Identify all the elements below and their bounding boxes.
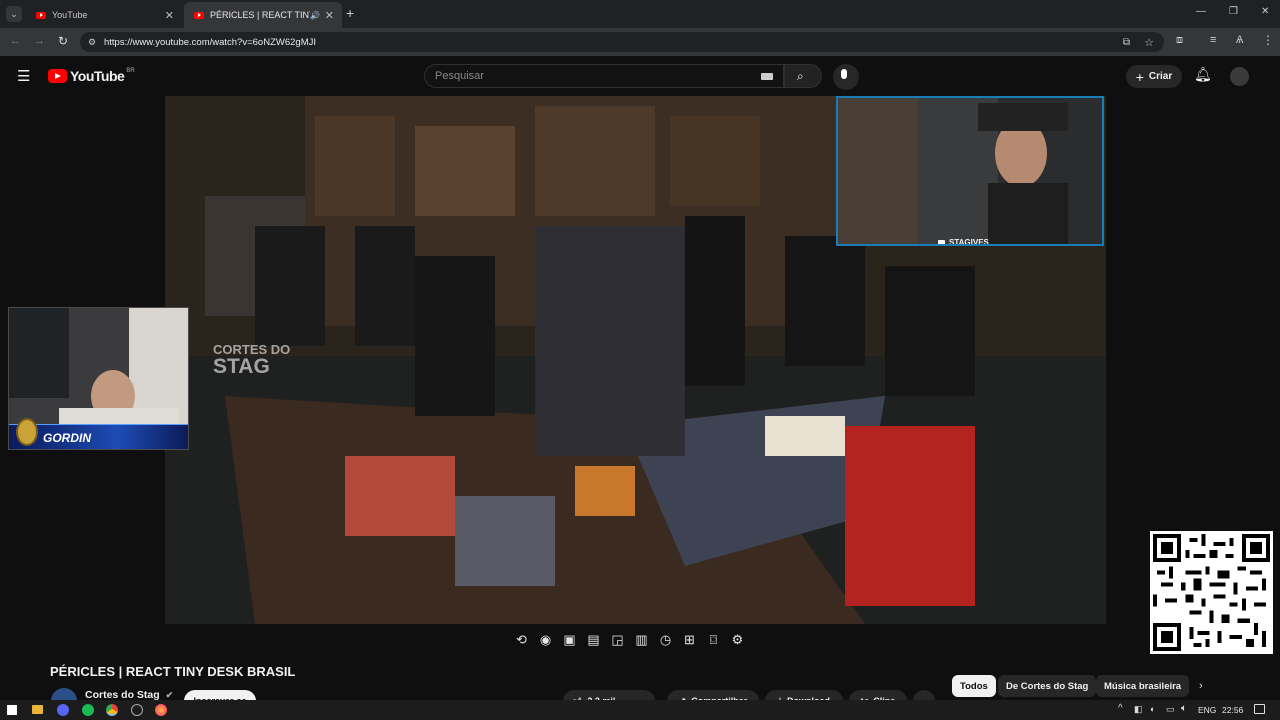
forward-icon[interactable]: →: [34, 35, 45, 47]
search-button[interactable]: ⌕: [784, 64, 822, 88]
close-icon[interactable]: ✕: [325, 9, 334, 22]
install-app-icon[interactable]: ⧉: [1123, 37, 1130, 48]
firefox-icon[interactable]: [155, 704, 167, 716]
notifications-bell-icon[interactable]: 🔔︎: [1194, 66, 1212, 83]
profile-icon[interactable]: Ѧ: [1236, 34, 1243, 46]
menu-icon[interactable]: ☰: [17, 67, 30, 85]
browser-toolbar: ← → ↻ ⚙ https://www.youtube.com/watch?v=…: [0, 28, 1280, 56]
search-input[interactable]: Pesquisar: [424, 64, 784, 88]
search-icon: ⌕: [797, 69, 804, 83]
video-title: PÉRICLES | REACT TINY DESK BRASIL: [50, 664, 296, 679]
qr-code: [1150, 531, 1273, 654]
watermark-line-2: STAG: [213, 355, 270, 378]
youtube-logo[interactable]: YouTube BR: [48, 68, 135, 84]
browser-menu-icon[interactable]: ⋮: [1262, 33, 1274, 47]
chip-label: Todos: [960, 680, 988, 692]
extensions-icon[interactable]: ⧈: [1176, 34, 1183, 47]
restore-icon[interactable]: ❐: [1229, 6, 1238, 17]
spotify-icon[interactable]: [82, 704, 94, 716]
tab-video[interactable]: PÉRICLES | REACT TINY DESK 🔊 ✕: [184, 2, 342, 28]
youtube-header: ☰ YouTube BR Pesquisar ⌕ + Criar 🔔︎: [0, 56, 1280, 96]
speaker-icon[interactable]: 🔊: [310, 11, 320, 20]
chip-label: De Cortes do Stag: [1006, 680, 1089, 692]
player-controls: ⟲ ◉ ▣ ▤ ◲ ▥ ◷ ⊞ ⌼ ⚙: [512, 630, 747, 652]
bookmark-star-icon[interactable]: ☆: [1144, 36, 1154, 49]
create-label: Criar: [1148, 71, 1173, 82]
tab-label: PÉRICLES | REACT TINY DESK: [210, 10, 310, 20]
plus-icon: +: [1135, 68, 1144, 85]
voice-search-button[interactable]: [833, 64, 859, 90]
reading-list-icon[interactable]: ≡: [1210, 34, 1216, 46]
clock[interactable]: 22:56: [1222, 705, 1243, 715]
cam-name: GORDIN: [43, 430, 91, 445]
tab-label: YouTube: [52, 10, 88, 20]
tab-search-button[interactable]: ⌄: [6, 6, 22, 22]
screenshot-icon[interactable]: ⌼: [704, 630, 723, 649]
windows-start-icon[interactable]: [7, 705, 17, 715]
browser-tab-strip: ⌄ YouTube ✕ PÉRICLES | REACT TINY DESK 🔊…: [0, 0, 1280, 28]
keyboard-icon[interactable]: [761, 73, 773, 80]
loop-icon[interactable]: ⟲: [512, 630, 531, 649]
settings-gear-icon[interactable]: ⚙: [728, 630, 747, 649]
avatar[interactable]: [1230, 67, 1249, 86]
picture-in-picture-icon[interactable]: ◲: [608, 630, 627, 649]
address-bar[interactable]: ⚙ https://www.youtube.com/watch?v=6oNZW6…: [80, 32, 1164, 52]
speed-icon[interactable]: ◷: [656, 630, 675, 649]
webcam-overlay-left: GORDIN: [8, 307, 189, 450]
close-icon[interactable]: ✕: [165, 9, 174, 22]
minimize-icon[interactable]: —: [1196, 6, 1206, 17]
url-text: https://www.youtube.com/watch?v=6oNZW62g…: [104, 36, 316, 48]
tray-chevron-icon[interactable]: ^: [1118, 703, 1123, 714]
cam-name: STAGIVES: [949, 238, 989, 246]
broadcast-icon[interactable]: ◉: [536, 630, 555, 649]
chip-all[interactable]: Todos: [952, 675, 996, 697]
site-info-icon[interactable]: ⚙: [88, 37, 96, 48]
microphone-icon: [841, 69, 847, 79]
verified-icon: ✔: [165, 690, 174, 700]
webcam-right-frame: [838, 98, 1102, 244]
tab-youtube[interactable]: YouTube ✕: [26, 2, 182, 28]
back-icon[interactable]: ←: [10, 35, 21, 47]
network-icon[interactable]: ▭: [1166, 704, 1175, 715]
country-code: BR: [126, 68, 135, 74]
file-explorer-icon[interactable]: [32, 705, 43, 714]
qr-pattern: [1153, 534, 1270, 651]
search-placeholder: Pesquisar: [435, 70, 484, 82]
notifications-icon[interactable]: [1254, 704, 1265, 714]
screen-preview-icon[interactable]: ▣: [560, 630, 579, 649]
add-icon[interactable]: ⊞: [680, 630, 699, 649]
youtube-small-icon: [938, 240, 945, 244]
reload-icon[interactable]: ↻: [58, 34, 68, 48]
chips-next-icon[interactable]: ›: [1199, 680, 1203, 692]
new-tab-button[interactable]: +: [346, 5, 354, 21]
cam-name-tag: STAGIVES: [938, 238, 989, 246]
chip-label: Música brasileira: [1104, 680, 1182, 692]
window-close-icon[interactable]: ✕: [1261, 6, 1269, 17]
language-indicator[interactable]: ENG: [1198, 705, 1216, 715]
steam-icon[interactable]: [131, 704, 143, 716]
youtube-logo-icon: [48, 69, 67, 83]
channel-watermark: CORTES DO STAG: [213, 343, 290, 377]
tray-app-icon[interactable]: ◧: [1134, 704, 1143, 715]
gold-badge-icon: [16, 418, 38, 446]
youtube-favicon-icon: [194, 11, 204, 19]
volume-icon[interactable]: 🔈︎: [1181, 703, 1187, 714]
chip-brazilian-music[interactable]: Música brasileira: [1096, 675, 1190, 697]
create-button[interactable]: + Criar: [1126, 65, 1182, 88]
clip-icon[interactable]: ▤: [584, 630, 603, 649]
webcam-overlay-right: STAGIVES: [836, 96, 1104, 246]
windows-taskbar: ^ ◧ ◐ ▭ 🔈︎ ENG 22:56: [0, 700, 1280, 720]
discord-icon[interactable]: [57, 704, 69, 716]
youtube-logo-text: YouTube: [70, 68, 125, 84]
youtube-favicon-icon: [36, 11, 46, 19]
chip-from-channel[interactable]: De Cortes do Stag: [998, 675, 1097, 697]
chrome-icon[interactable]: [106, 704, 118, 716]
theater-icon[interactable]: ▥: [632, 630, 651, 649]
tray-mic-icon[interactable]: ◐: [1150, 704, 1155, 714]
